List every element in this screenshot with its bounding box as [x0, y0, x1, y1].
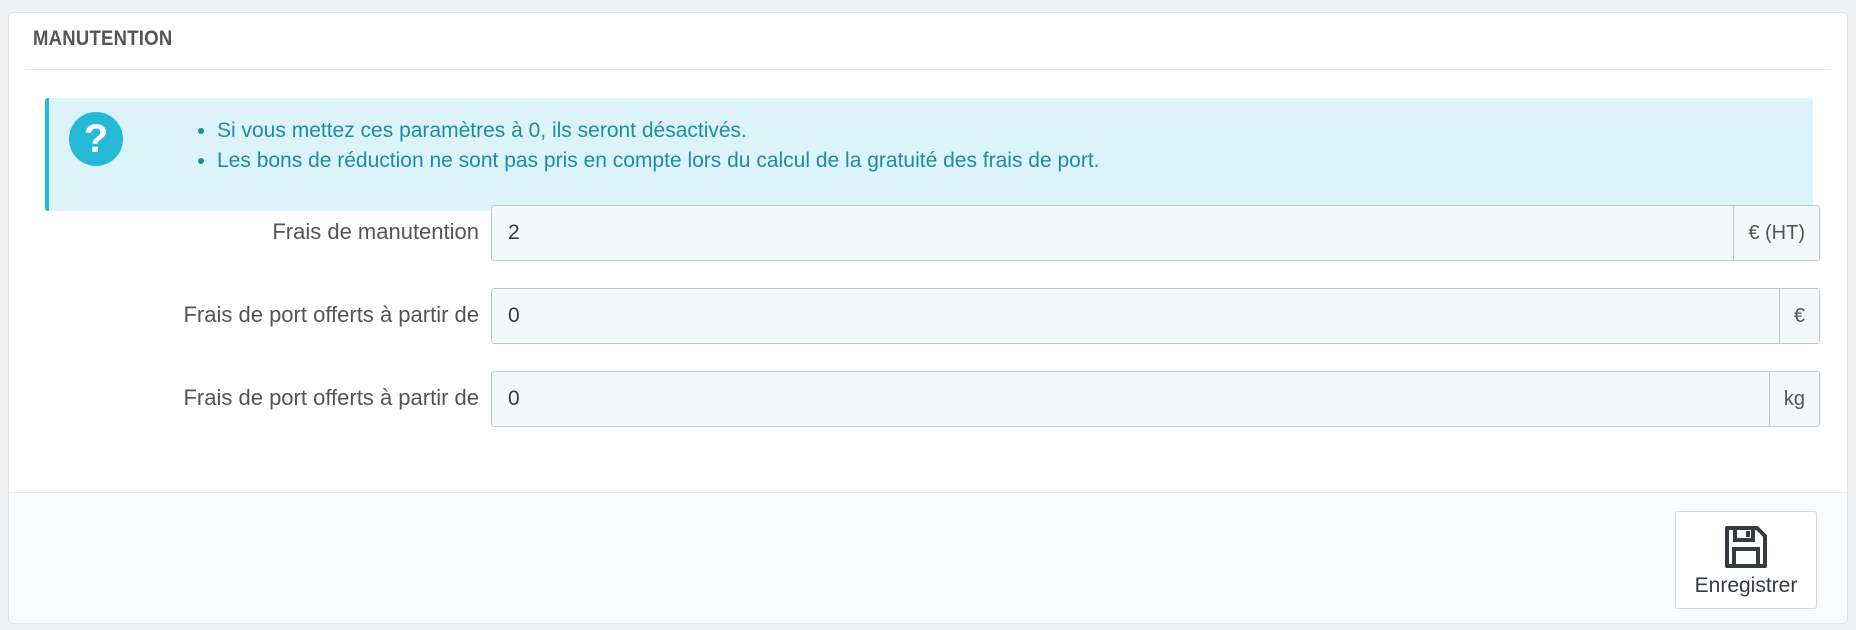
alert-item: Si vous mettez ces paramètres à 0, ils s… — [217, 116, 1100, 146]
floppy-disk-icon — [1725, 526, 1767, 568]
handling-panel: MANUTENTION ? Si vous mettez ces paramèt… — [8, 12, 1848, 624]
free-shipping-price-label: Frais de port offerts à partir de — [183, 302, 479, 327]
handling-fee-input-group: € (HT) — [491, 205, 1820, 261]
free-shipping-price-input-group: € — [491, 288, 1820, 344]
info-alert: ? Si vous mettez ces paramètres à 0, ils… — [45, 98, 1813, 211]
alert-list: Si vous mettez ces paramètres à 0, ils s… — [189, 116, 1100, 176]
save-button-label: Enregistrer — [1694, 574, 1798, 597]
save-button[interactable]: Enregistrer — [1675, 511, 1817, 609]
alert-item: Les bons de réduction ne sont pas pris e… — [217, 146, 1100, 176]
free-shipping-price-input[interactable] — [492, 289, 1779, 343]
panel-heading: MANUTENTION — [25, 13, 1831, 70]
free-shipping-price-currency-addon: € — [1778, 289, 1819, 343]
free-shipping-weight-unit-addon: kg — [1768, 372, 1819, 426]
form-row-free-shipping-price: Frais de port offerts à partir de € — [9, 288, 1847, 344]
free-shipping-weight-input-group: kg — [491, 371, 1820, 427]
form-row-free-shipping-weight: Frais de port offerts à partir de kg — [9, 371, 1847, 427]
handling-fee-currency-addon: € (HT) — [1733, 206, 1819, 260]
panel-title: MANUTENTION — [33, 27, 173, 50]
handling-fee-input[interactable] — [492, 206, 1734, 260]
handling-fee-label: Frais de manutention — [272, 219, 479, 244]
free-shipping-weight-input[interactable] — [492, 372, 1769, 426]
form-row-handling-fee: Frais de manutention € (HT) — [9, 205, 1847, 261]
free-shipping-weight-label: Frais de port offerts à partir de — [183, 385, 479, 410]
panel-footer: Enregistrer — [9, 492, 1847, 623]
question-circle-icon: ? — [69, 112, 123, 166]
